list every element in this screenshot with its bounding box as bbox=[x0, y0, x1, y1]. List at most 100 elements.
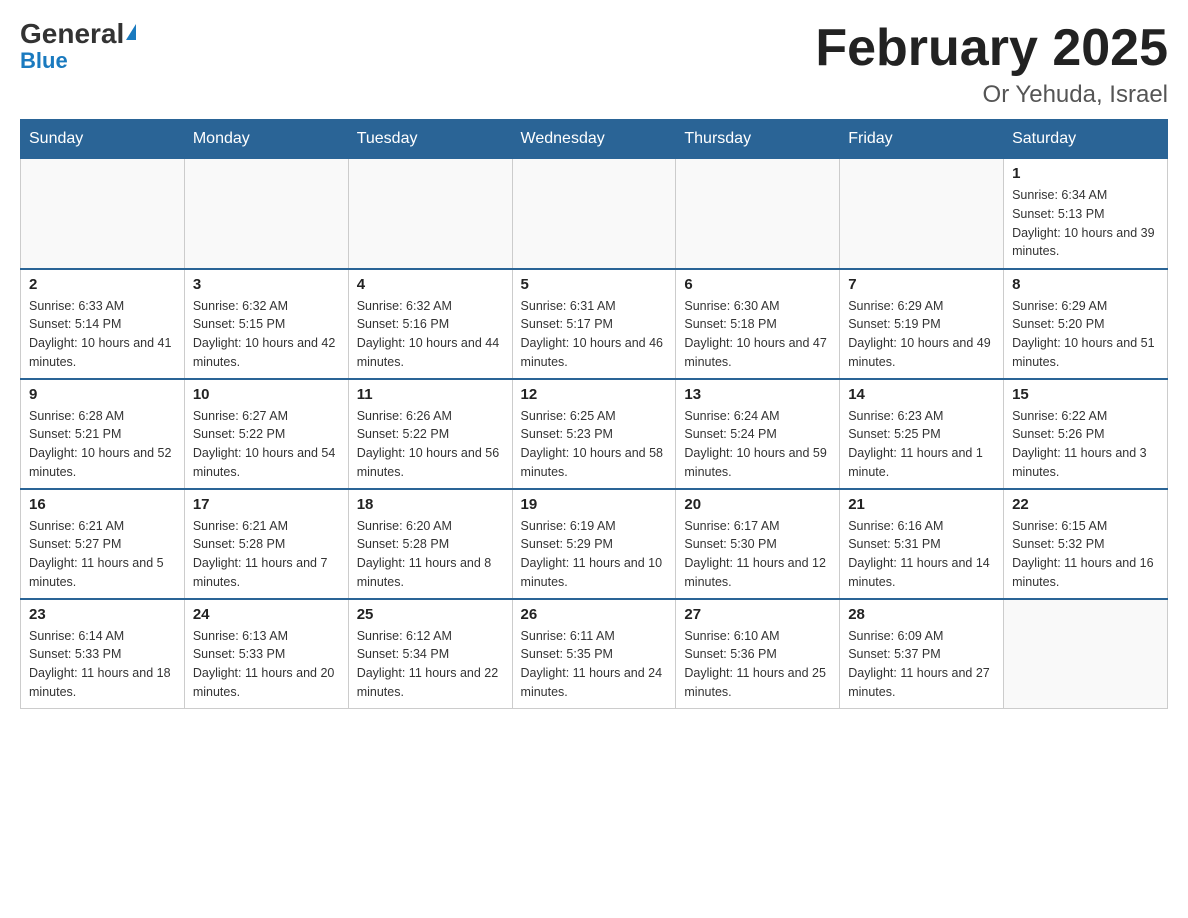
day-info: Sunrise: 6:26 AMSunset: 5:22 PMDaylight:… bbox=[357, 407, 504, 482]
day-info: Sunrise: 6:14 AMSunset: 5:33 PMDaylight:… bbox=[29, 627, 176, 702]
calendar-day-cell: 9Sunrise: 6:28 AMSunset: 5:21 PMDaylight… bbox=[21, 379, 185, 489]
day-number: 11 bbox=[357, 386, 504, 403]
day-info: Sunrise: 6:33 AMSunset: 5:14 PMDaylight:… bbox=[29, 297, 176, 372]
day-info: Sunrise: 6:24 AMSunset: 5:24 PMDaylight:… bbox=[684, 407, 831, 482]
day-info: Sunrise: 6:31 AMSunset: 5:17 PMDaylight:… bbox=[521, 297, 668, 372]
calendar-day-cell: 7 Sunrise: 6:29 AMSunset: 5:19 PMDaylight… bbox=[840, 269, 1004, 379]
day-number: 12 bbox=[521, 386, 668, 403]
day-number: 4 bbox=[357, 276, 504, 293]
calendar-day-cell bbox=[348, 159, 512, 269]
calendar-week-row: 16Sunrise: 6:21 AMSunset: 5:27 PMDayligh… bbox=[21, 489, 1168, 599]
calendar-day-cell: 17 Sunrise: 6:21 AMSunset: 5:28 PMDayligh… bbox=[184, 489, 348, 599]
day-number: 23 bbox=[29, 606, 176, 623]
calendar-day-cell: 16Sunrise: 6:21 AMSunset: 5:27 PMDayligh… bbox=[21, 489, 185, 599]
day-number: 28 bbox=[848, 606, 995, 623]
day-info: Sunrise: 6:21 AMSunset: 5:28 PMDaylight:… bbox=[193, 517, 340, 592]
calendar-day-cell: 14 Sunrise: 6:23 AMSunset: 5:25 PMDayligh… bbox=[840, 379, 1004, 489]
calendar-day-cell: 23 Sunrise: 6:14 AMSunset: 5:33 PMDayligh… bbox=[21, 599, 185, 709]
day-info: Sunrise: 6:16 AMSunset: 5:31 PMDaylight:… bbox=[848, 517, 995, 592]
calendar-day-cell bbox=[184, 159, 348, 269]
weekday-header: Tuesday bbox=[348, 120, 512, 159]
day-number: 7 bbox=[848, 276, 995, 293]
day-info: Sunrise: 6:20 AMSunset: 5:28 PMDaylight:… bbox=[357, 517, 504, 592]
calendar-day-cell: 21Sunrise: 6:16 AMSunset: 5:31 PMDayligh… bbox=[840, 489, 1004, 599]
weekday-header: Saturday bbox=[1004, 120, 1168, 159]
calendar-day-cell bbox=[512, 159, 676, 269]
calendar-day-cell: 6Sunrise: 6:30 AMSunset: 5:18 PMDaylight… bbox=[676, 269, 840, 379]
day-number: 17 bbox=[193, 496, 340, 513]
logo-general-word: General bbox=[20, 18, 124, 49]
calendar-day-cell: 13Sunrise: 6:24 AMSunset: 5:24 PMDayligh… bbox=[676, 379, 840, 489]
day-info: Sunrise: 6:17 AMSunset: 5:30 PMDaylight:… bbox=[684, 517, 831, 592]
calendar-day-cell: 4 Sunrise: 6:32 AMSunset: 5:16 PMDaylight… bbox=[348, 269, 512, 379]
day-info: Sunrise: 6:13 AMSunset: 5:33 PMDaylight:… bbox=[193, 627, 340, 702]
day-number: 2 bbox=[29, 276, 176, 293]
day-info: Sunrise: 6:19 AMSunset: 5:29 PMDaylight:… bbox=[521, 517, 668, 592]
day-info: Sunrise: 6:34 AMSunset: 5:13 PMDaylight:… bbox=[1012, 186, 1159, 261]
logo-arrow-icon bbox=[126, 24, 136, 40]
calendar-week-row: 1Sunrise: 6:34 AMSunset: 5:13 PMDaylight… bbox=[21, 159, 1168, 269]
calendar-day-cell bbox=[676, 159, 840, 269]
day-number: 26 bbox=[521, 606, 668, 623]
day-number: 18 bbox=[357, 496, 504, 513]
calendar-day-cell bbox=[21, 159, 185, 269]
calendar-day-cell: 19 Sunrise: 6:19 AMSunset: 5:29 PMDayligh… bbox=[512, 489, 676, 599]
calendar-header-row: SundayMondayTuesdayWednesdayThursdayFrid… bbox=[21, 120, 1168, 159]
title-block: February 2025 Or Yehuda, Israel bbox=[815, 20, 1168, 109]
calendar-day-cell: 24Sunrise: 6:13 AMSunset: 5:33 PMDayligh… bbox=[184, 599, 348, 709]
day-number: 10 bbox=[193, 386, 340, 403]
calendar-day-cell: 5 Sunrise: 6:31 AMSunset: 5:17 PMDaylight… bbox=[512, 269, 676, 379]
day-info: Sunrise: 6:29 AMSunset: 5:19 PMDaylight:… bbox=[848, 297, 995, 372]
location-subtitle: Or Yehuda, Israel bbox=[815, 81, 1168, 109]
weekday-header: Friday bbox=[840, 120, 1004, 159]
day-info: Sunrise: 6:30 AMSunset: 5:18 PMDaylight:… bbox=[684, 297, 831, 372]
day-info: Sunrise: 6:12 AMSunset: 5:34 PMDaylight:… bbox=[357, 627, 504, 702]
day-info: Sunrise: 6:15 AMSunset: 5:32 PMDaylight:… bbox=[1012, 517, 1159, 592]
day-number: 25 bbox=[357, 606, 504, 623]
day-number: 22 bbox=[1012, 496, 1159, 513]
day-number: 5 bbox=[521, 276, 668, 293]
weekday-header: Thursday bbox=[676, 120, 840, 159]
calendar-day-cell: 15 Sunrise: 6:22 AMSunset: 5:26 PMDayligh… bbox=[1004, 379, 1168, 489]
calendar-day-cell: 28 Sunrise: 6:09 AMSunset: 5:37 PMDayligh… bbox=[840, 599, 1004, 709]
day-number: 19 bbox=[521, 496, 668, 513]
day-info: Sunrise: 6:25 AMSunset: 5:23 PMDaylight:… bbox=[521, 407, 668, 482]
day-info: Sunrise: 6:32 AMSunset: 5:16 PMDaylight:… bbox=[357, 297, 504, 372]
day-number: 3 bbox=[193, 276, 340, 293]
day-number: 16 bbox=[29, 496, 176, 513]
day-info: Sunrise: 6:22 AMSunset: 5:26 PMDaylight:… bbox=[1012, 407, 1159, 482]
calendar-day-cell: 12 Sunrise: 6:25 AMSunset: 5:23 PMDayligh… bbox=[512, 379, 676, 489]
calendar-week-row: 2 Sunrise: 6:33 AMSunset: 5:14 PMDaylight… bbox=[21, 269, 1168, 379]
calendar-day-cell: 18 Sunrise: 6:20 AMSunset: 5:28 PMDayligh… bbox=[348, 489, 512, 599]
calendar-day-cell: 26 Sunrise: 6:11 AMSunset: 5:35 PMDayligh… bbox=[512, 599, 676, 709]
logo: General Blue bbox=[20, 20, 136, 72]
calendar-day-cell: 3 Sunrise: 6:32 AMSunset: 5:15 PMDaylight… bbox=[184, 269, 348, 379]
day-info: Sunrise: 6:32 AMSunset: 5:15 PMDaylight:… bbox=[193, 297, 340, 372]
day-info: Sunrise: 6:23 AMSunset: 5:25 PMDaylight:… bbox=[848, 407, 995, 482]
day-info: Sunrise: 6:27 AMSunset: 5:22 PMDaylight:… bbox=[193, 407, 340, 482]
logo-blue-text: Blue bbox=[20, 50, 68, 72]
calendar-day-cell: 11 Sunrise: 6:26 AMSunset: 5:22 PMDayligh… bbox=[348, 379, 512, 489]
day-info: Sunrise: 6:28 AMSunset: 5:21 PMDaylight:… bbox=[29, 407, 176, 482]
calendar-day-cell bbox=[1004, 599, 1168, 709]
calendar-week-row: 23 Sunrise: 6:14 AMSunset: 5:33 PMDayligh… bbox=[21, 599, 1168, 709]
day-number: 15 bbox=[1012, 386, 1159, 403]
day-number: 14 bbox=[848, 386, 995, 403]
weekday-header: Monday bbox=[184, 120, 348, 159]
day-info: Sunrise: 6:11 AMSunset: 5:35 PMDaylight:… bbox=[521, 627, 668, 702]
calendar-day-cell: 8 Sunrise: 6:29 AMSunset: 5:20 PMDaylight… bbox=[1004, 269, 1168, 379]
calendar-day-cell: 10 Sunrise: 6:27 AMSunset: 5:22 PMDayligh… bbox=[184, 379, 348, 489]
day-number: 27 bbox=[684, 606, 831, 623]
calendar-day-cell: 27 Sunrise: 6:10 AMSunset: 5:36 PMDayligh… bbox=[676, 599, 840, 709]
calendar-day-cell: 20 Sunrise: 6:17 AMSunset: 5:30 PMDayligh… bbox=[676, 489, 840, 599]
month-title: February 2025 bbox=[815, 20, 1168, 77]
weekday-header: Wednesday bbox=[512, 120, 676, 159]
day-info: Sunrise: 6:10 AMSunset: 5:36 PMDaylight:… bbox=[684, 627, 831, 702]
logo-general-text: General bbox=[20, 20, 136, 48]
calendar-week-row: 9Sunrise: 6:28 AMSunset: 5:21 PMDaylight… bbox=[21, 379, 1168, 489]
day-number: 20 bbox=[684, 496, 831, 513]
calendar-table: SundayMondayTuesdayWednesdayThursdayFrid… bbox=[20, 119, 1168, 709]
day-info: Sunrise: 6:09 AMSunset: 5:37 PMDaylight:… bbox=[848, 627, 995, 702]
day-info: Sunrise: 6:29 AMSunset: 5:20 PMDaylight:… bbox=[1012, 297, 1159, 372]
day-number: 8 bbox=[1012, 276, 1159, 293]
